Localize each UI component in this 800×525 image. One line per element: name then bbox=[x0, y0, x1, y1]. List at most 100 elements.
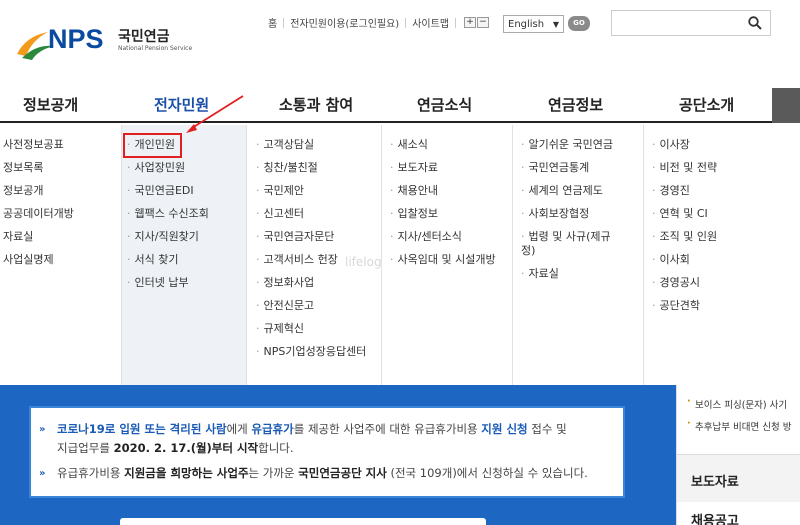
menu-item[interactable]: 조직 및 인원 bbox=[652, 230, 718, 253]
double-chevron-icon: » bbox=[39, 424, 46, 435]
side-list-item[interactable]: 보이스 피싱(문자) 사기 bbox=[687, 396, 800, 419]
menu-item[interactable]: 지사/센터소식 bbox=[390, 230, 496, 253]
logo-korean: 국민연금 bbox=[118, 29, 170, 45]
divider bbox=[512, 125, 513, 385]
menu-item[interactable]: 국민제안 bbox=[256, 184, 366, 207]
recruit-heading[interactable]: 채용공고 bbox=[691, 510, 739, 525]
menu-item[interactable]: 안전신문고 bbox=[256, 299, 366, 322]
menu-item[interactable]: 정보공개 bbox=[3, 184, 74, 207]
menu-item[interactable]: 이사장 bbox=[652, 138, 717, 161]
menu-item[interactable]: 경영공시 bbox=[652, 276, 717, 299]
menu-item[interactable]: 세계의 연금제도 bbox=[521, 184, 613, 207]
divider bbox=[643, 125, 644, 385]
notice-text: (전국 109개)에서 신청하실 수 있습니다. bbox=[386, 466, 588, 480]
zoom-controls: + − bbox=[464, 17, 490, 28]
watermark: lifelog bbox=[345, 255, 382, 269]
menu-item[interactable]: 새소식 bbox=[390, 138, 496, 161]
menu-item[interactable]: 지사/직원찾기 bbox=[127, 230, 209, 253]
menu-item[interactable]: 규제혁신 bbox=[256, 322, 366, 345]
menu-column-pension-info: 알기쉬운 국민연금 국민연금통계 세계의 연금제도 사회보장협정 법령 및 사규… bbox=[521, 138, 613, 290]
util-link-sitemap[interactable]: 사이트맵 bbox=[406, 15, 455, 30]
utility-links: 홈 전자민원이용(로그인필요) 사이트맵 + − bbox=[262, 15, 490, 30]
notice-text: 를 제공한 사업주에 대한 유급휴가비용 bbox=[293, 422, 482, 436]
divider bbox=[121, 125, 122, 385]
menu-item[interactable]: 정보화사업 bbox=[256, 276, 366, 299]
zoom-out-button[interactable]: − bbox=[477, 17, 490, 28]
menu-column-community: 고객상담실 칭찬/불친절 국민제안 신고센터 국민연금자문단 고객서비스 헌장 … bbox=[256, 138, 367, 368]
menu-item[interactable]: 사옥임대 및 시설개방 bbox=[390, 253, 496, 276]
menu-item[interactable]: 사전정보공표 bbox=[3, 138, 74, 161]
go-button[interactable]: GO bbox=[568, 16, 590, 31]
page: NPS 국민연금 National Pension Service 홈 전자민원… bbox=[0, 0, 800, 525]
side-list: 보이스 피싱(문자) 사기 추후납부 비대면 신청 방 bbox=[677, 385, 800, 441]
notice-text: 합니다. bbox=[258, 441, 294, 455]
search-input[interactable] bbox=[611, 10, 771, 36]
nav-item-community[interactable]: 소통과 참여 bbox=[279, 94, 353, 115]
side-panel: 보이스 피싱(문자) 사기 추후납부 비대면 신청 방 보도자료 채용공고 bbox=[676, 385, 800, 525]
notice-text: 유급휴가비용 bbox=[57, 466, 125, 480]
menu-column-eservice: 개인민원 사업장민원 국민연금EDI 웹팩스 수신조회 지사/직원찾기 서식 찾… bbox=[127, 138, 209, 299]
nav-item-eservice[interactable]: 전자민원 bbox=[154, 94, 209, 115]
menu-item[interactable]: 법령 및 사규(제규정) bbox=[521, 230, 611, 267]
press-release-heading[interactable]: 보도자료 bbox=[677, 454, 800, 502]
notice-text: 2020. 2. 17.(월)부터 시작 bbox=[113, 441, 259, 455]
menu-item[interactable]: 자료실 bbox=[3, 230, 74, 253]
menu-item[interactable]: 신고센터 bbox=[256, 207, 366, 230]
nav-item-info[interactable]: 정보공개 bbox=[23, 94, 78, 115]
menu-item[interactable]: 이사회 bbox=[652, 253, 717, 276]
menu-item[interactable]: NPS기업성장응답센터 bbox=[256, 345, 367, 368]
notice-text: 코로나19로 입원 또는 격리된 사람 bbox=[57, 422, 227, 436]
nav-item-news[interactable]: 연금소식 bbox=[417, 94, 472, 115]
menu-item[interactable]: 공단견학 bbox=[652, 299, 717, 322]
menu-item[interactable]: 연혁 및 CI bbox=[652, 207, 717, 230]
notice-paragraph: » 유급휴가비용 지원금을 희망하는 사업주는 가까운 국민연금공단 지사 (전… bbox=[39, 464, 613, 483]
nps-logo[interactable]: NPS 국민연금 National Pension Service bbox=[14, 22, 192, 67]
menu-item[interactable]: 국민연금자문단 bbox=[256, 230, 366, 253]
chevron-down-icon: ▼ bbox=[552, 19, 559, 29]
language-select[interactable]: English ▼ bbox=[503, 15, 564, 33]
banner-tab bbox=[120, 518, 486, 525]
menu-item[interactable]: 자료실 bbox=[521, 267, 613, 290]
menu-item[interactable]: 공공데이터개방 bbox=[3, 207, 74, 230]
nav-item-about[interactable]: 공단소개 bbox=[679, 94, 734, 115]
menu-item[interactable]: 채용안내 bbox=[390, 184, 496, 207]
search-icon[interactable] bbox=[748, 16, 762, 30]
menu-item[interactable]: 입찰정보 bbox=[390, 207, 496, 230]
menu-item[interactable]: 사업실명제 bbox=[3, 253, 74, 276]
highlight-box bbox=[123, 133, 182, 158]
menu-item[interactable]: 사업장민원 bbox=[127, 161, 209, 184]
notice-text: 접수 및 bbox=[527, 422, 567, 436]
menu-item[interactable]: 고객상담실 bbox=[256, 138, 366, 161]
menu-column-info: 사전정보공표 정보목록 정보공개 공공데이터개방 자료실 사업실명제 bbox=[3, 138, 74, 276]
notice-banner: » 코로나19로 입원 또는 격리된 사람에게 유급휴가를 제공한 사업주에 대… bbox=[0, 385, 676, 525]
nav-extra-tab[interactable] bbox=[772, 88, 800, 123]
menu-item[interactable]: 서식 찾기 bbox=[127, 253, 209, 276]
menu-item[interactable]: 사회보장협정 bbox=[521, 207, 613, 230]
menu-item[interactable]: 웹팩스 수신조회 bbox=[127, 207, 209, 230]
menu-item[interactable]: 국민연금통계 bbox=[521, 161, 613, 184]
menu-item[interactable]: 정보목록 bbox=[3, 161, 74, 184]
menu-item[interactable]: 국민연금EDI bbox=[127, 184, 209, 207]
notice-text: 지원 신청 bbox=[481, 422, 528, 436]
menu-item[interactable]: 경영진 bbox=[652, 184, 717, 207]
menu-item[interactable]: 알기쉬운 국민연금 bbox=[521, 138, 613, 161]
logo-text: NPS bbox=[48, 24, 104, 54]
menu-item[interactable]: 비전 및 전략 bbox=[652, 161, 718, 184]
divider bbox=[455, 17, 457, 28]
double-chevron-icon: » bbox=[39, 468, 46, 479]
language-value: English bbox=[508, 18, 545, 30]
menu-column-news: 새소식 보도자료 채용안내 입찰정보 지사/센터소식 사옥임대 및 시설개방 bbox=[390, 138, 496, 276]
notice-box: » 코로나19로 입원 또는 격리된 사람에게 유급휴가를 제공한 사업주에 대… bbox=[29, 406, 625, 498]
menu-item[interactable]: 인터넷 납부 bbox=[127, 276, 209, 299]
menu-item[interactable]: 보도자료 bbox=[390, 161, 496, 184]
zoom-in-button[interactable]: + bbox=[464, 17, 477, 28]
notice-text: 국민연금공단 지사 bbox=[298, 466, 387, 480]
side-list-item[interactable]: 추후납부 비대면 신청 방 bbox=[687, 418, 800, 441]
notice-text: 지급업무를 bbox=[57, 441, 114, 455]
util-link-home[interactable]: 홈 bbox=[262, 15, 283, 30]
menu-item[interactable]: 칭찬/불친절 bbox=[256, 161, 366, 184]
notice-text: 지원금을 희망하는 사업주 bbox=[124, 466, 249, 480]
util-link-eservice[interactable]: 전자민원이용(로그인필요) bbox=[284, 15, 405, 30]
main-nav: 정보공개 전자민원 소통과 참여 연금소식 연금정보 공단소개 bbox=[0, 88, 800, 123]
nav-item-pension-info[interactable]: 연금정보 bbox=[548, 94, 603, 115]
